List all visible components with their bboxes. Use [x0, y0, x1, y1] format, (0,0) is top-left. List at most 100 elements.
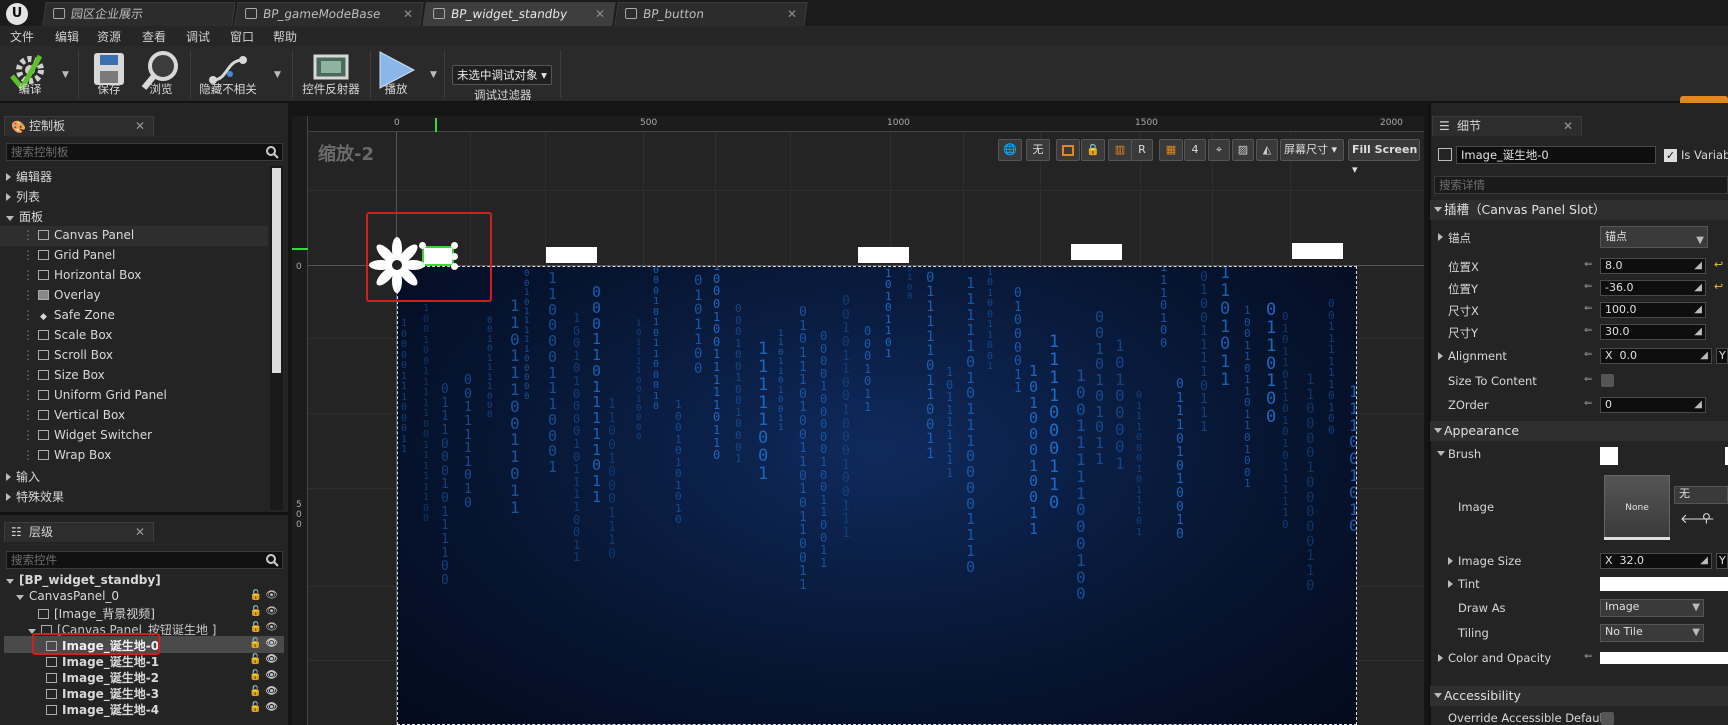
palette-item-grid-panel[interactable]: ⋮ Grid Panel	[22, 248, 115, 262]
transform-icon[interactable]: ⌖	[1208, 139, 1230, 161]
snap-outline-icon[interactable]	[1056, 139, 1080, 161]
appearance-section-header[interactable]: Appearance	[1430, 421, 1728, 441]
size-to-content-checkbox[interactable]	[1601, 374, 1614, 387]
hierarchy-tab[interactable]: ☷ 层级 ✕	[4, 522, 154, 542]
expand-arrow-icon[interactable]	[1448, 557, 1453, 565]
button-placeholder-4[interactable]	[1292, 243, 1343, 259]
image-size-x-input[interactable]: X 32.0 ◢	[1600, 553, 1712, 569]
menu-asset[interactable]: 资源	[97, 28, 121, 45]
palette-item-wrap-box[interactable]: ⋮ Wrap Box	[22, 448, 111, 462]
anchor-dropdown[interactable]: 锚点 ▼	[1600, 226, 1708, 248]
lock-icon[interactable]: 🔒	[1081, 139, 1105, 161]
position-x-input[interactable]: 8.0 ◢	[1600, 258, 1706, 274]
hierarchy-image-3[interactable]: Image_诞生地-3 🔓 👁	[46, 685, 284, 702]
palette-item-vertical-box[interactable]: ⋮ Vertical Box	[22, 408, 125, 422]
close-icon[interactable]: ✕	[135, 523, 145, 541]
hierarchy-image-4[interactable]: Image_诞生地-4 🔓 👁	[46, 701, 284, 718]
palette-item-scroll-box[interactable]: ⋮ Scroll Box	[22, 348, 113, 362]
lock-eye-icons[interactable]: 🔓 👁	[249, 702, 278, 713]
palette-category-input[interactable]: 输入	[6, 468, 40, 485]
palette-scrollbar[interactable]	[270, 166, 283, 510]
size-x-input[interactable]: 100.0 ◢	[1600, 302, 1706, 318]
world-icon[interactable]: 🌐	[998, 139, 1022, 161]
save-button[interactable]: 保存	[84, 48, 134, 100]
localization-button[interactable]: 无	[1026, 139, 1050, 161]
binding-icon[interactable]: ⇐	[1584, 651, 1592, 662]
palette-category-panel[interactable]: 面板	[6, 208, 43, 225]
menu-help[interactable]: 帮助	[273, 28, 297, 45]
palette-tab[interactable]: 🎨 控制板 ✕	[4, 116, 154, 136]
image-size-y-input[interactable]: Y	[1716, 553, 1728, 569]
image-thumbnail[interactable]: None	[1604, 475, 1670, 539]
close-icon[interactable]: ✕	[787, 3, 797, 25]
debug-object-dropdown[interactable]: 未选中调试对象 ▾	[452, 65, 552, 85]
binding-icon[interactable]: ⇐	[1584, 325, 1592, 336]
hierarchy-bg-video[interactable]: [Image_背景视频] 🔓 👁	[38, 605, 284, 622]
play-options-icon[interactable]: ▼	[430, 70, 437, 80]
hierarchy-root[interactable]: [BP_widget_standby]	[6, 573, 161, 587]
lock-eye-icons[interactable]: 🔓 👁	[250, 606, 278, 617]
flip-icon[interactable]: ◭	[1256, 139, 1278, 161]
tab-gamemodebase[interactable]: BP_gameModeBase ✕	[234, 2, 424, 26]
lock-eye-icons[interactable]: 🔓 👁	[250, 622, 278, 633]
palette-item-size-box[interactable]: ⋮ Size Box	[22, 368, 105, 382]
tint-color-bar[interactable]	[1600, 577, 1728, 591]
button-placeholder-1[interactable]	[546, 247, 597, 263]
grid-snap-size-button[interactable]: 4	[1184, 139, 1206, 161]
lock-eye-icons[interactable]: 🔓 👁	[249, 654, 278, 665]
close-icon[interactable]: ✕	[595, 3, 605, 25]
palette-item-canvas-panel[interactable]: ⋮ Canvas Panel	[22, 228, 134, 242]
slot-section-header[interactable]: 插槽（Canvas Panel Slot）	[1430, 200, 1728, 220]
image-asset-dropdown[interactable]: 无	[1674, 486, 1728, 504]
close-icon[interactable]: ✕	[135, 117, 145, 135]
hierarchy-image-2[interactable]: Image_诞生地-2 🔓 👁	[46, 669, 284, 686]
binding-icon[interactable]: ⇐	[1584, 398, 1592, 409]
accessibility-section-header[interactable]: Accessibility	[1430, 686, 1728, 706]
compile-button[interactable]: 编译	[2, 48, 58, 100]
palette-item-overlay[interactable]: ⋮ Overlay	[22, 288, 101, 302]
close-icon[interactable]: ✕	[403, 3, 413, 25]
tab-button[interactable]: BP_button ✕	[614, 2, 808, 26]
palette-scrollbar-thumb[interactable]	[272, 168, 281, 373]
color-opacity-bar[interactable]	[1600, 652, 1728, 664]
compile-options-icon[interactable]: ▼	[62, 70, 69, 80]
button-placeholder-3[interactable]	[1071, 244, 1122, 260]
palette-item-uniform-grid-panel[interactable]: ⋮ Uniform Grid Panel	[22, 388, 167, 402]
expand-arrow-icon[interactable]	[1438, 233, 1443, 241]
hide-unrelated-button[interactable]: 隐藏不相关	[196, 48, 260, 100]
palette-item-horizontal-box[interactable]: ⋮ Horizontal Box	[22, 268, 141, 282]
close-icon[interactable]: ✕	[1563, 117, 1573, 135]
lock-eye-icons[interactable]: 🔓 👁	[249, 670, 278, 681]
alignment-y-input[interactable]: Y	[1716, 348, 1728, 364]
palette-item-scale-box[interactable]: ⋮ Scale Box	[22, 328, 112, 342]
browse-button[interactable]: 浏览	[136, 48, 186, 100]
details-tab[interactable]: ☰ 细节 ✕	[1432, 116, 1582, 136]
override-accessible-checkbox[interactable]	[1601, 712, 1614, 725]
image-preview-icon[interactable]: ▨	[1232, 139, 1254, 161]
palette-category-list[interactable]: 列表	[6, 188, 40, 205]
lock-eye-icons[interactable]: 🔓 👁	[249, 686, 278, 697]
binding-icon[interactable]: ⇐	[1584, 374, 1592, 385]
screen-size-dropdown[interactable]: 屏幕尺寸 ▾	[1280, 139, 1344, 161]
widget-name-input[interactable]: Image_诞生地-0	[1456, 146, 1656, 164]
lock-eye-icons[interactable]: 🔓 👁	[249, 638, 278, 649]
menu-edit[interactable]: 编辑	[55, 28, 79, 45]
is-variable-checkbox[interactable]: ✓	[1664, 149, 1677, 162]
menu-view[interactable]: 查看	[142, 28, 166, 45]
menu-file[interactable]: 文件	[10, 28, 34, 45]
widget-reflector-button[interactable]: 控件反射器	[298, 48, 364, 100]
button-placeholder-2[interactable]	[858, 247, 909, 263]
expand-arrow-icon[interactable]	[1448, 580, 1453, 588]
binding-icon[interactable]: ⇐	[1584, 281, 1592, 292]
palette-item-widget-switcher[interactable]: ⋮ Widget Switcher	[22, 428, 152, 442]
reset-to-default-icon[interactable]: ↩	[1714, 258, 1723, 271]
binding-icon[interactable]: ⇐	[1584, 349, 1592, 360]
respect-locks-button[interactable]: R	[1131, 139, 1153, 161]
collapse-arrow-icon[interactable]	[1437, 451, 1445, 456]
hierarchy-image-1[interactable]: Image_诞生地-1 🔓 👁	[46, 653, 284, 670]
hide-unrelated-options-icon[interactable]: ▼	[274, 70, 281, 80]
reset-to-default-icon[interactable]: ↩	[1714, 280, 1723, 293]
menu-debug[interactable]: 调试	[186, 28, 210, 45]
hierarchy-canvas-panel[interactable]: CanvasPanel_0 🔓 👁	[16, 589, 284, 603]
tab-widget-standby[interactable]: BP_widget_standby ✕	[422, 2, 616, 26]
